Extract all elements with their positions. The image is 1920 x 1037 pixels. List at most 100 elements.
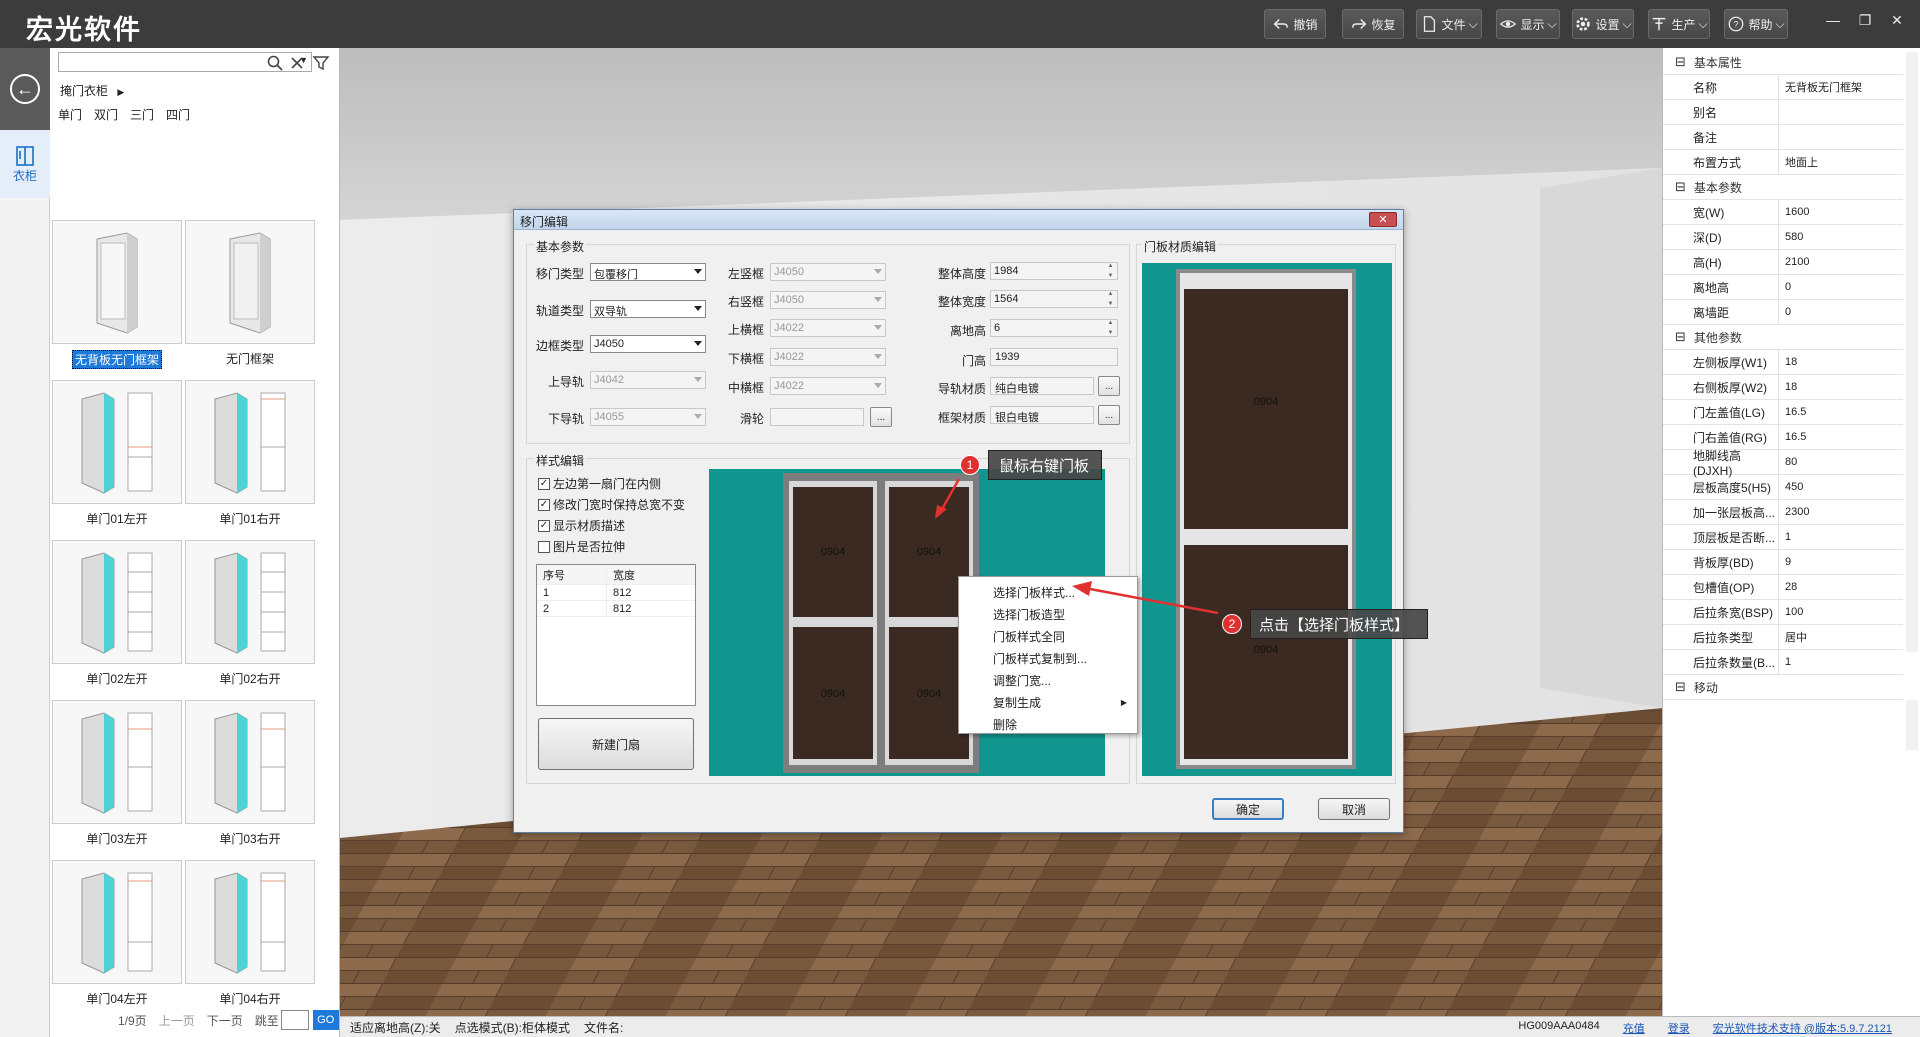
cell-width[interactable]: 812	[607, 603, 631, 615]
mid-rail-select[interactable]: J4022	[770, 377, 886, 395]
property-row[interactable]: 后拉条类型 居中	[1663, 624, 1903, 650]
property-value[interactable]: 580	[1779, 231, 1803, 243]
pulley-browse-button[interactable]: ...	[870, 407, 892, 427]
filter-icon[interactable]	[312, 54, 330, 72]
property-value[interactable]: 18	[1779, 356, 1797, 368]
catalog-item[interactable]: 无门框架	[185, 220, 315, 376]
property-row[interactable]: 地脚线高(DJXH) 80	[1663, 449, 1903, 478]
property-row[interactable]: 深(D) 580	[1663, 224, 1903, 250]
track-material-button[interactable]: ...	[1098, 376, 1120, 396]
menu-item-select-shape[interactable]: 选择门板造型	[959, 603, 1137, 625]
file-menu-button[interactable]: 文件 ⌵	[1416, 9, 1482, 39]
left-stile-select[interactable]: J4050	[770, 263, 886, 281]
catalog-item[interactable]: 单门01右开	[185, 380, 315, 536]
property-scrollbar[interactable]	[1906, 52, 1918, 652]
property-row[interactable]: 后拉条宽(BSP) 100	[1663, 599, 1903, 625]
cell-width[interactable]: 812	[607, 587, 631, 599]
menu-item-copy-style-to[interactable]: 门板样式复制到...	[959, 647, 1137, 669]
property-row[interactable]: 层板高度5(H5) 450	[1663, 474, 1903, 500]
material-preview[interactable]: 0904 0904	[1142, 263, 1392, 776]
breadcrumb[interactable]: 掩门衣柜 ▶	[60, 82, 124, 99]
property-value[interactable]: 100	[1779, 606, 1803, 618]
property-value[interactable]: 28	[1779, 581, 1797, 593]
property-row[interactable]: 包槽值(OP) 28	[1663, 574, 1903, 600]
property-value[interactable]: 18	[1779, 381, 1797, 393]
clear-icon[interactable]	[288, 54, 306, 72]
section-move[interactable]: ⊟ 移动	[1663, 675, 1903, 700]
property-value[interactable]: 9	[1779, 556, 1791, 568]
property-value[interactable]: 无背板无门框架	[1779, 79, 1862, 95]
property-value[interactable]: 16.5	[1779, 431, 1806, 443]
property-value[interactable]: 居中	[1779, 629, 1807, 645]
undo-button[interactable]: 撤销	[1264, 9, 1326, 39]
production-menu-button[interactable]: 生产 ⌵	[1648, 9, 1710, 39]
frame-type-select[interactable]: J4050	[590, 335, 706, 353]
property-row[interactable]: 布置方式 地面上	[1663, 149, 1903, 175]
total-height-input[interactable]: 1984 ▲ ▼	[990, 262, 1118, 280]
close-icon[interactable]: ✕	[1888, 11, 1906, 29]
ok-button[interactable]: 确定	[1212, 798, 1284, 820]
bottom-track-select[interactable]: J4055	[590, 408, 706, 426]
property-value[interactable]: 450	[1779, 481, 1803, 493]
property-value[interactable]: 0	[1779, 306, 1791, 318]
property-row[interactable]: 加一张层板高... 2300	[1663, 499, 1903, 525]
settings-menu-button[interactable]: 设置 ⌵	[1572, 9, 1634, 39]
dialog-titlebar[interactable]: 移门编辑 ✕	[514, 210, 1403, 230]
menu-item-delete[interactable]: 删除	[959, 713, 1137, 735]
spin-arrows-icon[interactable]: ▲ ▼	[1105, 263, 1116, 279]
property-row[interactable]: 门左盖值(LG) 16.5	[1663, 399, 1903, 425]
property-value[interactable]: 2100	[1779, 256, 1809, 268]
search-icon[interactable]	[266, 54, 284, 72]
property-row[interactable]: 名称 无背板无门框架	[1663, 74, 1903, 100]
subtab-quad[interactable]: 四门	[166, 106, 190, 123]
new-door-button[interactable]: 新建门扇	[538, 718, 694, 770]
move-scrollbar[interactable]	[1906, 700, 1918, 750]
menu-item-copy-generate[interactable]: 复制生成 ▶	[959, 691, 1137, 713]
property-value[interactable]: 1	[1779, 531, 1791, 543]
property-row[interactable]: 左侧板厚(W1) 18	[1663, 349, 1903, 375]
property-value[interactable]: 1600	[1779, 206, 1809, 218]
ground-height-input[interactable]: 6 ▲ ▼	[990, 319, 1118, 337]
checkbox-keep-total-width[interactable]: ✓ 修改门宽时保持总宽不变	[538, 496, 685, 513]
pulley-field[interactable]	[770, 408, 864, 426]
catalog-item[interactable]: 单门04左开	[52, 860, 182, 1016]
checkbox-stretch-image[interactable]: 图片是否拉伸	[538, 538, 625, 555]
property-row[interactable]: 备注	[1663, 124, 1903, 150]
spin-arrows-icon[interactable]: ▲ ▼	[1105, 320, 1116, 336]
property-value[interactable]: 80	[1779, 456, 1797, 468]
catalog-item[interactable]: 单门02左开	[52, 540, 182, 696]
catalog-item[interactable]: 单门01左开	[52, 380, 182, 536]
cancel-button[interactable]: 取消	[1318, 798, 1390, 820]
right-stile-select[interactable]: J4050	[770, 291, 886, 309]
property-row[interactable]: 右侧板厚(W2) 18	[1663, 374, 1903, 400]
catalog-item[interactable]: 无背板无门框架	[52, 220, 182, 376]
restore-icon[interactable]: ❐	[1856, 11, 1874, 29]
property-row[interactable]: 别名	[1663, 99, 1903, 125]
property-row[interactable]: 高(H) 2100	[1663, 249, 1903, 275]
section-other-params[interactable]: ⊟ 其他参数	[1663, 325, 1903, 350]
top-rail-select[interactable]: J4022	[770, 319, 886, 337]
recharge-link[interactable]: 充值	[1623, 1020, 1645, 1036]
subtab-double[interactable]: 双门	[94, 106, 118, 123]
dialog-close-button[interactable]: ✕	[1369, 212, 1397, 227]
menu-item-adjust-width[interactable]: 调整门宽...	[959, 669, 1137, 691]
checkbox-show-material[interactable]: ✓ 显示材质描述	[538, 517, 625, 534]
property-row[interactable]: 背板厚(BD) 9	[1663, 549, 1903, 575]
rail-tab-wardrobe[interactable]: 衣柜	[0, 130, 50, 198]
property-value[interactable]: 16.5	[1779, 406, 1806, 418]
property-row[interactable]: 宽(W) 1600	[1663, 199, 1903, 225]
back-button[interactable]: ←	[0, 48, 50, 130]
display-menu-button[interactable]: 显示 ⌵	[1496, 9, 1560, 39]
menu-item-select-style[interactable]: 选择门板样式...	[959, 581, 1137, 603]
minimize-icon[interactable]: —	[1824, 11, 1842, 29]
subtab-single[interactable]: 单门	[58, 106, 82, 123]
subtab-triple[interactable]: 三门	[130, 106, 154, 123]
track-type-select[interactable]: 双导轨	[590, 300, 706, 318]
next-page-link[interactable]: 下一页	[207, 1012, 243, 1029]
spin-arrows-icon[interactable]: ▲ ▼	[1105, 291, 1116, 307]
help-menu-button[interactable]: ? 帮助 ⌵	[1724, 9, 1788, 39]
section-basic-params[interactable]: ⊟ 基本参数	[1663, 175, 1903, 200]
property-row[interactable]: 离墙距 0	[1663, 299, 1903, 325]
catalog-item[interactable]: 单门03左开	[52, 700, 182, 856]
table-row[interactable]: 1 812	[537, 584, 695, 601]
